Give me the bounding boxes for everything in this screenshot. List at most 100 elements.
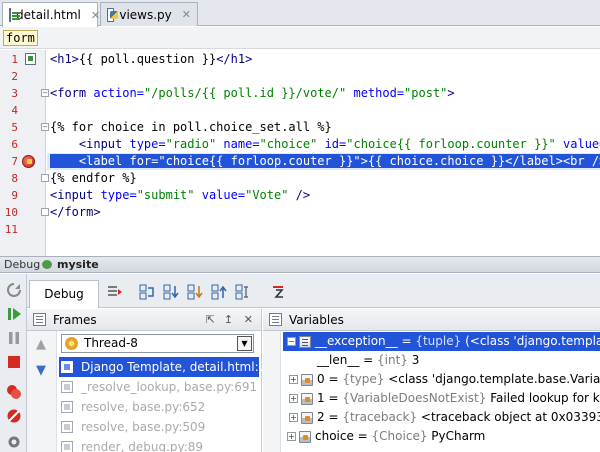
close-icon[interactable]: ✕ xyxy=(244,309,253,331)
code-token: type= xyxy=(100,188,137,202)
code-token: name= xyxy=(223,137,260,151)
expand-icon[interactable]: + xyxy=(289,375,298,384)
variable-name: 2 xyxy=(317,410,325,424)
frame-item[interactable]: resolve, base.py:509 xyxy=(59,417,259,437)
frame-file-icon xyxy=(61,381,73,393)
frame-label: resolve, base.py:509 xyxy=(81,420,206,434)
code-token: {% endfor %} xyxy=(50,171,137,185)
expand-icon[interactable]: + xyxy=(289,394,298,403)
variable-equals: = xyxy=(324,391,343,405)
fold-icon[interactable] xyxy=(41,208,49,216)
expand-icon[interactable]: + xyxy=(287,432,296,441)
code-editor[interactable]: 1 2 3−4 5−6 7 8 9 10 11 <h1>{{ poll.question }}<… xyxy=(0,50,600,256)
arrow-down-icon[interactable]: ▼ xyxy=(36,363,46,378)
variable-value: 3 xyxy=(411,353,420,367)
arrow-up-icon[interactable]: ▲ xyxy=(36,337,46,352)
variable-name: choice xyxy=(315,429,354,443)
step-into-icon[interactable] xyxy=(163,284,179,300)
frame-item[interactable]: render, debug.py:89 xyxy=(59,437,259,452)
view-breakpoints-icon[interactable] xyxy=(6,384,22,400)
thread-label: Thread-8 xyxy=(84,336,138,350)
variable-type: {tuple} xyxy=(415,334,466,348)
variable-row[interactable]: + choice = {Choice} PyCharm xyxy=(283,427,600,446)
variable-type: {traceback} xyxy=(342,410,421,424)
frame-item[interactable]: resolve, base.py:652 xyxy=(59,397,259,417)
frames-title: Frames xyxy=(53,313,97,327)
code-line[interactable]: <form action="/polls/{{ poll.id }}/vote/… xyxy=(50,85,455,102)
tab-detail-html[interactable]: detail.html ✕ xyxy=(2,2,100,27)
code-line[interactable]: {% endfor %} xyxy=(50,170,137,187)
fold-icon[interactable] xyxy=(41,174,49,182)
evaluate-expression-icon[interactable] xyxy=(271,284,287,300)
code-token: </form> xyxy=(50,205,101,219)
frame-item[interactable]: Django Template, detail.html:7 xyxy=(59,357,266,377)
variable-row[interactable]: − __exception__ = {tuple} (<class 'django… xyxy=(283,332,600,351)
variable-value: PyCharm xyxy=(431,429,486,443)
line-number: 10 xyxy=(4,206,18,219)
settings-icon[interactable] xyxy=(6,434,22,450)
code-token: <form xyxy=(50,86,94,100)
run-to-cursor-icon[interactable] xyxy=(235,284,251,300)
code-line[interactable]: <h1>{{ poll.question }}</h1> xyxy=(50,51,252,68)
frame-label: _resolve_lookup, base.py:691 xyxy=(81,380,258,394)
tab-views-py[interactable]: views.py ✕ xyxy=(100,2,198,26)
run-config-name: mysite xyxy=(57,258,99,271)
step-over-icon[interactable] xyxy=(139,284,155,300)
rerun-icon[interactable] xyxy=(6,282,22,298)
variable-row[interactable]: +2 = {traceback} <traceback object at 0x… xyxy=(289,408,600,427)
restore-layout-icon[interactable]: ⇱ xyxy=(206,309,215,331)
close-icon[interactable]: ✕ xyxy=(182,8,191,21)
variable-row[interactable]: +1 = {VariableDoesNotExist} Failed looku… xyxy=(289,389,600,408)
variable-row[interactable]: +0 = {type} <class 'django.template.base… xyxy=(289,370,600,389)
code-token: "submit" xyxy=(136,188,195,202)
step-out-icon[interactable] xyxy=(211,284,227,300)
code-line[interactable]: </form> xyxy=(50,204,101,221)
debug-panel-header: Debug mysite xyxy=(0,256,600,273)
variable-row[interactable]: __len__ = {int} 3 xyxy=(289,351,600,370)
collapse-icon[interactable]: − xyxy=(287,337,296,346)
variable-equals: = xyxy=(359,353,378,367)
resume-icon[interactable] xyxy=(6,306,22,322)
code-token: "choice{{ forloop.counter }}" xyxy=(346,137,556,151)
variable-name: __len__ xyxy=(317,353,360,367)
frame-label: resolve, base.py:652 xyxy=(81,400,206,414)
code-line[interactable]: <input type="radio" name="choice" id="ch… xyxy=(50,136,600,153)
tab-debug[interactable]: Debug xyxy=(29,280,99,308)
line-number: 7 xyxy=(11,155,18,168)
frame-file-icon xyxy=(61,421,73,433)
fold-icon[interactable]: − xyxy=(41,123,49,131)
show-execution-point-icon[interactable] xyxy=(107,284,123,300)
variable-icon xyxy=(299,430,311,443)
pause-icon[interactable] xyxy=(6,330,22,346)
pin-icon[interactable]: ↥ xyxy=(224,309,233,331)
close-icon[interactable]: ✕ xyxy=(91,9,100,22)
frame-label: render, debug.py:89 xyxy=(81,440,204,452)
code-token: value= xyxy=(563,137,600,151)
breakpoint-icon[interactable] xyxy=(22,155,35,168)
thread-selector[interactable]: Thread-8 ▼ xyxy=(61,334,254,353)
variable-name: 1 xyxy=(317,391,325,405)
code-line[interactable]: <input type="submit" value="Vote" /> xyxy=(50,187,310,204)
variable-icon xyxy=(301,411,313,424)
fold-icon[interactable]: − xyxy=(41,89,49,97)
code-line[interactable]: {% for choice in poll.choice_set.all %} xyxy=(50,119,332,136)
code-token: "/polls/{{ poll.id }}/vote/" xyxy=(143,86,347,100)
breadcrumb-item-form[interactable]: form xyxy=(3,30,38,46)
expand-icon[interactable]: + xyxy=(289,413,298,422)
frame-item[interactable]: _resolve_lookup, base.py:691 xyxy=(59,377,259,397)
code-line[interactable]: <label for="choice{{ forloop.couter }}">… xyxy=(50,153,600,170)
variable-type: {Choice} xyxy=(371,429,432,443)
stop-icon[interactable] xyxy=(6,354,22,370)
mute-breakpoints-icon[interactable] xyxy=(6,408,22,424)
variables-side-toolbar xyxy=(263,331,281,452)
variables-icon xyxy=(269,313,282,326)
variable-type: {VariableDoesNotExist} xyxy=(342,391,491,405)
step-into-my-code-icon[interactable] xyxy=(187,284,203,300)
chevron-down-icon[interactable]: ▼ xyxy=(237,336,252,351)
variable-value: <traceback object at 0x03393670> xyxy=(420,410,600,424)
bug-icon xyxy=(42,260,52,269)
code-token: id= xyxy=(324,137,347,151)
